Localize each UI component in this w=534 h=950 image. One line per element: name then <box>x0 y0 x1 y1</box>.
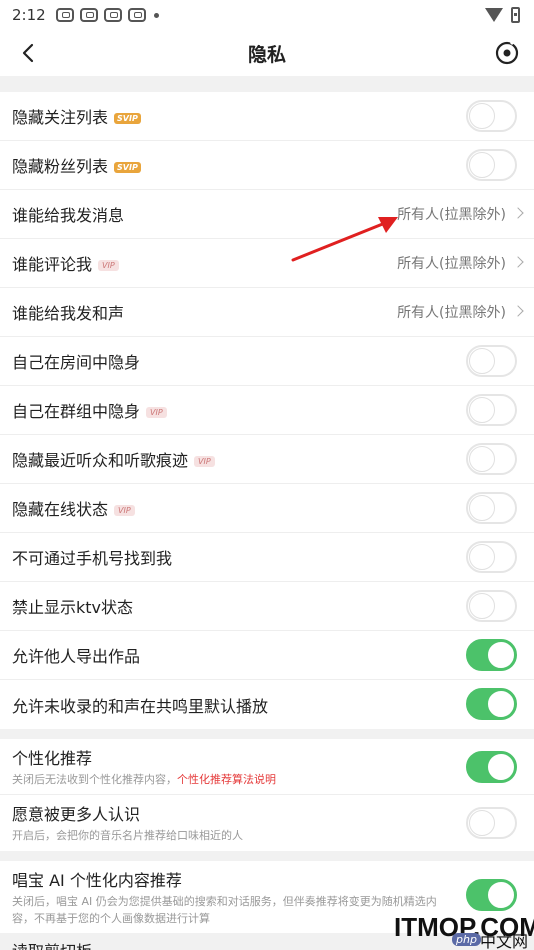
row-label: 隐藏在线状态 VIP <box>12 496 135 520</box>
more-notifications-dot <box>153 12 159 18</box>
row-hide-fans[interactable]: 隐藏粉丝列表 SVIP <box>0 141 534 190</box>
phone-unsearchable-toggle[interactable] <box>466 541 517 573</box>
allow-export-toggle[interactable] <box>466 639 517 671</box>
row-hide-ktv-status[interactable]: 禁止显示ktv状态 <box>0 582 534 631</box>
row-invisible-in-room[interactable]: 自己在房间中隐身 <box>0 337 534 386</box>
row-label: 谁能给我发消息 <box>12 206 125 225</box>
row-label: 自己在房间中隐身 <box>12 353 141 372</box>
row-hide-recent-listeners[interactable]: 隐藏最近听众和听歌痕迹 VIP <box>0 435 534 484</box>
row-value: 所有人(拉黑除外) <box>397 305 506 321</box>
chevron-right-icon <box>512 207 524 219</box>
recommendation-settings: 个性化推荐 关闭后无法收到个性化推荐内容，个性化推荐算法说明 愿意被更多人认识 … <box>0 739 534 851</box>
allow-harmony-autoplay-toggle[interactable] <box>466 688 517 720</box>
invisible-in-room-toggle[interactable] <box>466 345 517 377</box>
row-phone-unsearchable[interactable]: 不可通过手机号找到我 <box>0 533 534 582</box>
row-label: 允许他人导出作品 <box>12 647 141 666</box>
app-notification-icon <box>103 8 122 22</box>
row-be-known[interactable]: 愿意被更多人认识 开启后，会把你的音乐名片推荐给口味相近的人 <box>0 795 534 851</box>
ai-recommend-toggle[interactable] <box>466 879 517 911</box>
battery-icon <box>511 7 520 23</box>
page-title: 隐私 <box>247 43 286 66</box>
back-icon[interactable] <box>18 42 40 64</box>
row-description: 关闭后，唱宝 AI 仍会为您提供基础的搜索和对话服务，但伴奏推荐将变更为随机精选… <box>12 895 437 925</box>
vip-badge: VIP <box>114 505 135 516</box>
row-label: 个性化推荐 <box>12 748 93 768</box>
target-icon[interactable] <box>494 40 520 66</box>
vip-badge: VIP <box>98 260 119 271</box>
vip-badge: VIP <box>146 407 167 418</box>
algorithm-explanation-link[interactable]: 个性化推荐算法说明 <box>177 773 276 786</box>
row-label: 允许未收录的和声在共鸣里默认播放 <box>12 696 269 716</box>
be-known-toggle[interactable] <box>466 807 517 839</box>
php-logo: php <box>452 933 481 946</box>
row-value: 所有人(拉黑除外) <box>397 256 506 272</box>
row-label: 谁能评论我 VIP <box>12 251 119 275</box>
row-allow-harmony-autoplay[interactable]: 允许未收录的和声在共鸣里默认播放 <box>0 680 534 729</box>
hide-recent-listeners-toggle[interactable] <box>466 443 517 475</box>
hide-fans-toggle[interactable] <box>466 149 517 181</box>
hide-following-toggle[interactable] <box>466 100 517 132</box>
row-description: 关闭后无法收到个性化推荐内容，个性化推荐算法说明 <box>12 772 276 786</box>
personalized-recommend-toggle[interactable] <box>466 751 517 783</box>
row-invisible-in-group[interactable]: 自己在群组中隐身 VIP <box>0 386 534 435</box>
row-description: 开启后，会把你的音乐名片推荐给口味相近的人 <box>12 829 243 843</box>
invisible-in-group-toggle[interactable] <box>466 394 517 426</box>
row-hide-online-status[interactable]: 隐藏在线状态 VIP <box>0 484 534 533</box>
row-value: 所有人(拉黑除外) <box>397 207 506 223</box>
app-notification-icon <box>79 8 98 22</box>
row-who-can-comment[interactable]: 谁能评论我 VIP 所有人(拉黑除外) <box>0 239 534 288</box>
svip-badge: SVIP <box>114 162 141 173</box>
wifi-icon <box>485 8 503 22</box>
php-watermark-text: 中文网 <box>480 932 529 950</box>
chevron-right-icon <box>512 256 524 268</box>
row-who-can-message[interactable]: 谁能给我发消息 所有人(拉黑除外) <box>0 190 534 239</box>
status-time: 2:12 <box>12 6 46 24</box>
row-label: 隐藏最近听众和听歌痕迹 VIP <box>12 447 215 471</box>
row-label: 不可通过手机号找到我 <box>12 549 173 568</box>
row-allow-export[interactable]: 允许他人导出作品 <box>0 631 534 680</box>
row-label: 谁能给我发和声 <box>12 304 125 323</box>
row-label: 禁止显示ktv状态 <box>12 598 134 617</box>
chevron-right-icon <box>512 305 524 317</box>
row-who-can-send-harmony[interactable]: 谁能给我发和声 所有人(拉黑除外) <box>0 288 534 337</box>
row-label: 愿意被更多人认识 <box>12 805 141 825</box>
top-bar: 隐私 <box>0 30 534 76</box>
row-personalized-recommend[interactable]: 个性化推荐 关闭后无法收到个性化推荐内容，个性化推荐算法说明 <box>0 739 534 795</box>
app-notification-icon <box>127 8 146 22</box>
row-label: 隐藏粉丝列表 SVIP <box>12 153 141 177</box>
row-label: 唱宝 AI 个性化内容推荐 <box>12 871 182 890</box>
svip-badge: SVIP <box>114 113 141 124</box>
row-label-clipboard[interactable]: 读取剪切板 <box>12 938 92 950</box>
privacy-settings-list: 隐藏关注列表 SVIP 隐藏粉丝列表 SVIP 谁能给我发消息 所有人(拉黑除外) … <box>0 92 534 729</box>
hide-online-status-toggle[interactable] <box>466 492 517 524</box>
hide-ktv-status-toggle[interactable] <box>466 590 517 622</box>
vip-badge: VIP <box>194 456 215 467</box>
app-notification-icon <box>55 8 74 22</box>
row-label: 自己在群组中隐身 VIP <box>12 398 167 422</box>
status-bar: 2:12 <box>0 0 534 30</box>
row-hide-following[interactable]: 隐藏关注列表 SVIP <box>0 92 534 141</box>
row-label: 隐藏关注列表 SVIP <box>12 104 141 128</box>
